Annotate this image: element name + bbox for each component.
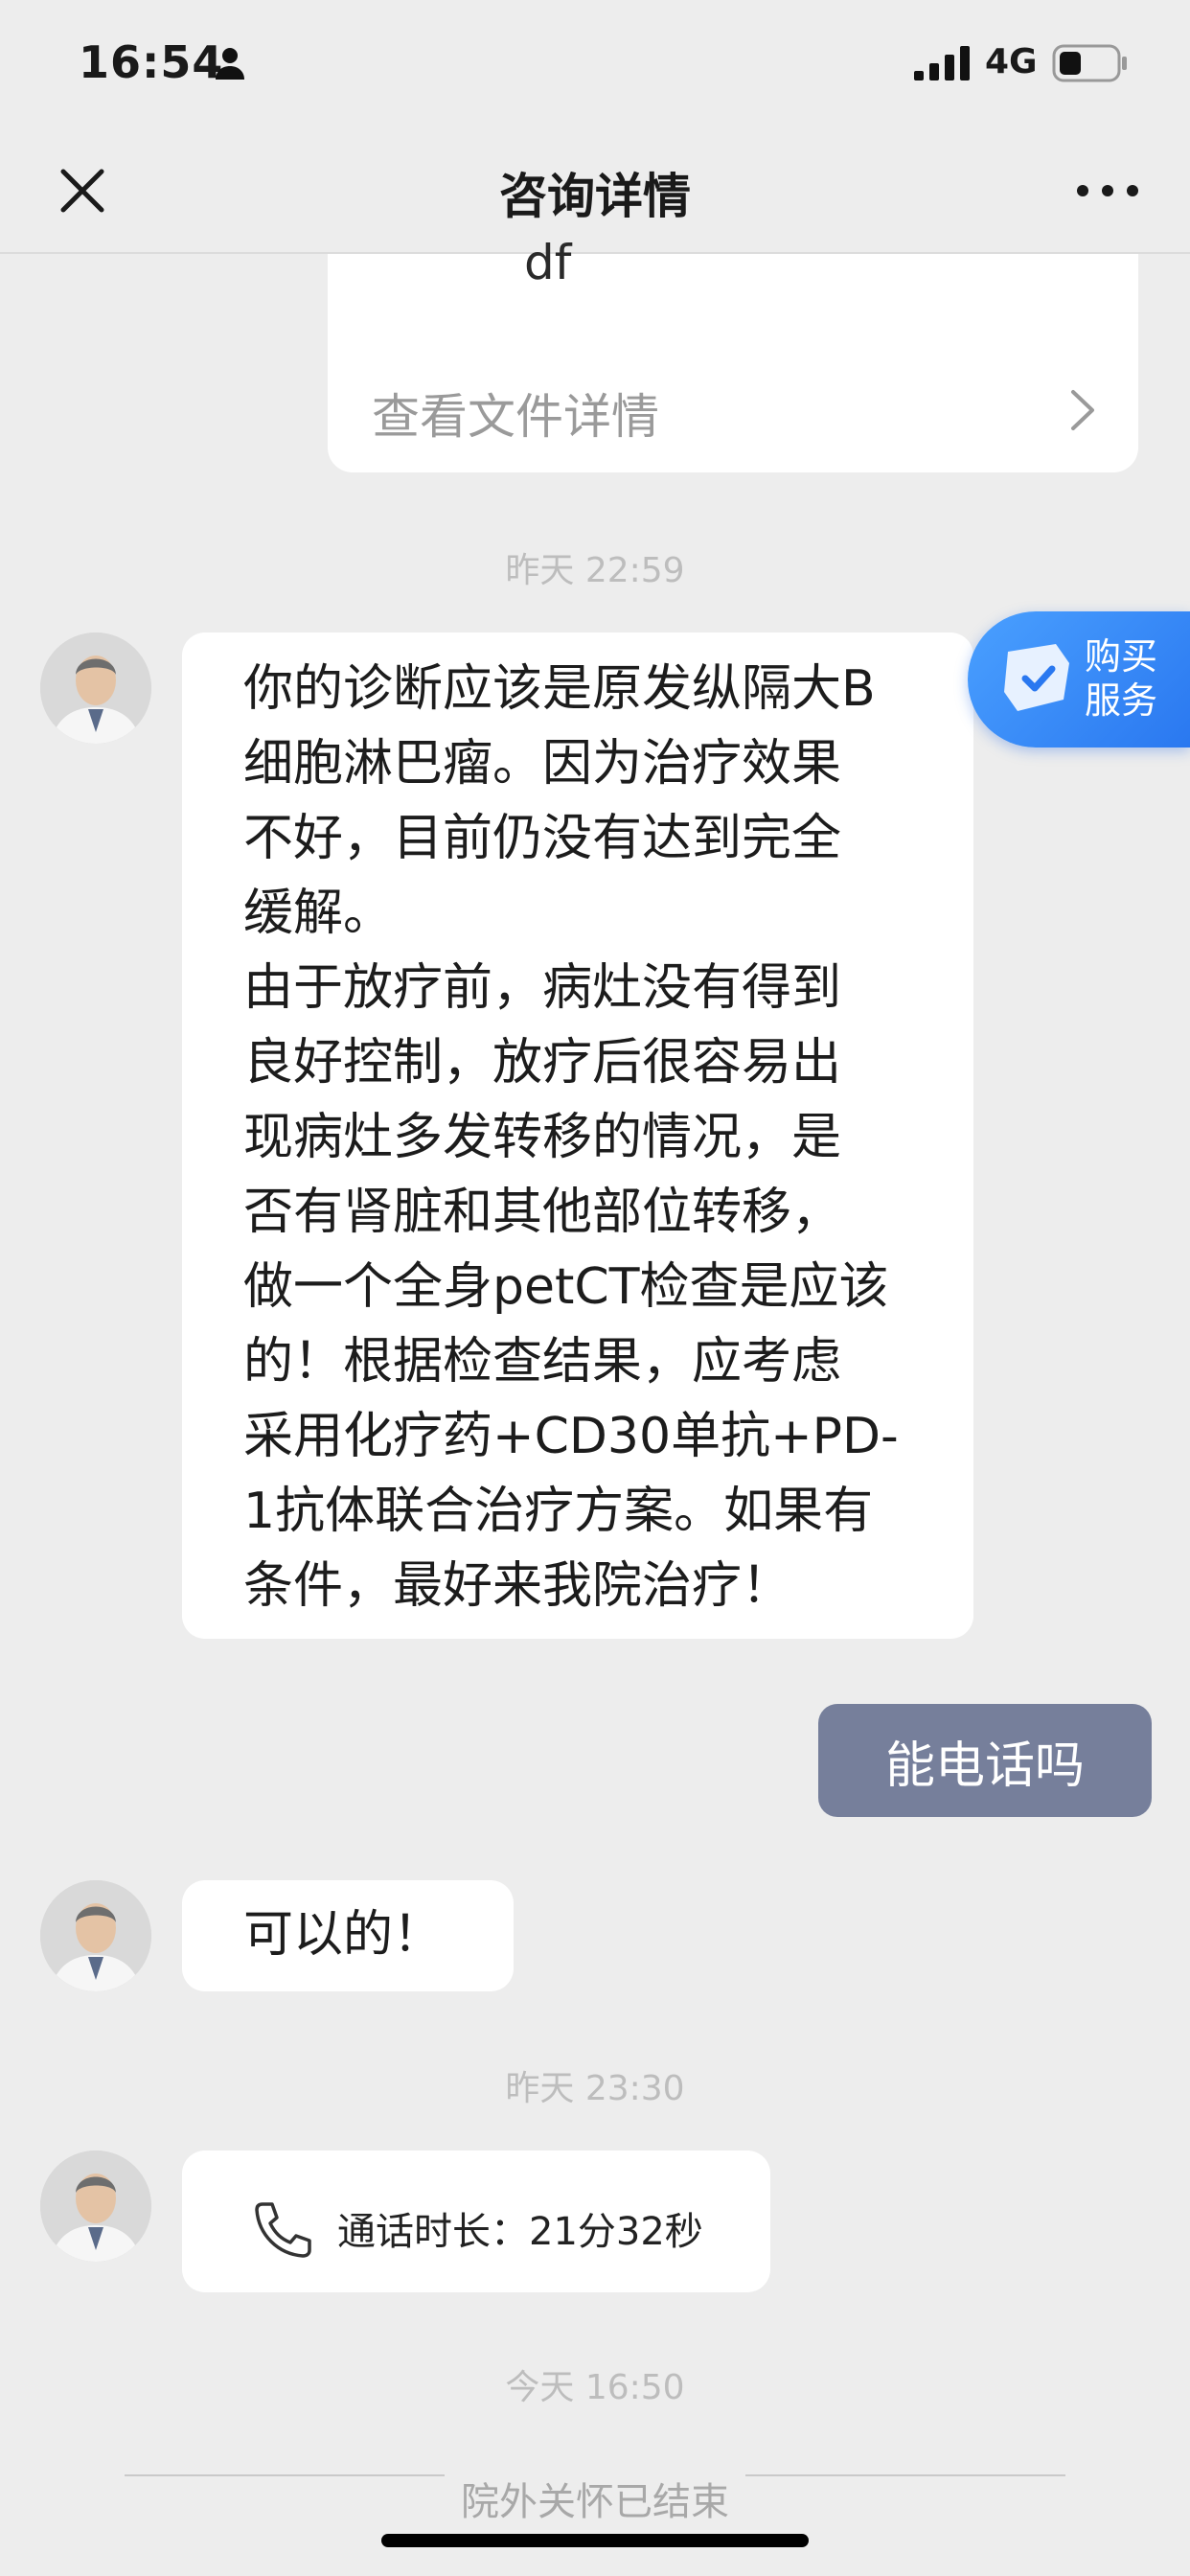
doctor-avatar-image [40, 632, 151, 744]
doctor-message-text: 你的诊断应该是原发纵隔大B 细胞淋巴瘤。因为治疗效果 不好，目前仍没有达到完全 … [243, 660, 899, 1615]
buy-service-label: 购买 服务 [1085, 635, 1158, 722]
doctor-message-bubble: 你的诊断应该是原发纵隔大B 细胞淋巴瘤。因为治疗效果 不好，目前仍没有达到完全 … [182, 632, 973, 1639]
doctor-message-text: 可以的！ [243, 1906, 444, 1964]
home-indicator[interactable] [381, 2534, 809, 2547]
status-time: 16:54 [79, 36, 224, 88]
network-type: 4G [985, 42, 1038, 81]
signal-icon [914, 46, 970, 80]
doctor-avatar-image [40, 2150, 151, 2262]
timestamp: 今天 16:50 [505, 2368, 685, 2407]
phone-icon [255, 2202, 311, 2258]
more-icon[interactable] [1075, 179, 1140, 202]
chevron-right-icon [1071, 390, 1094, 430]
nav-bar: 咨询详情 [0, 129, 1190, 254]
user-message-bubble: 能电话吗 [818, 1704, 1152, 1817]
status-bar: 16:54 4G [0, 0, 1190, 129]
doctor-avatar[interactable] [40, 2150, 151, 2262]
timestamp: 昨天 23:30 [505, 2069, 685, 2108]
care-ended-text: 院外关怀已结束 [446, 2480, 744, 2524]
view-file-details-link[interactable]: 查看文件详情 [372, 379, 659, 448]
buy-service-button[interactable]: 购买 服务 [968, 611, 1190, 748]
page-title: 咨询详情 [499, 169, 691, 224]
shield-check-icon [1004, 644, 1069, 711]
file-name: df [524, 235, 572, 290]
doctor-avatar-image [40, 1880, 151, 1991]
battery-icon [1052, 44, 1127, 82]
care-ended-notice: 院外关怀已结束 [0, 2471, 1190, 2526]
doctor-avatar[interactable] [40, 1880, 151, 1991]
file-card[interactable]: df 查看文件详情 [328, 235, 1138, 472]
doctor-avatar[interactable] [40, 632, 151, 744]
timestamp: 昨天 22:59 [505, 551, 685, 590]
person-icon [216, 48, 244, 80]
user-message-text: 能电话吗 [884, 1736, 1085, 1795]
call-record-bubble[interactable]: 通话时长：21分32秒 [182, 2150, 770, 2292]
call-duration-text: 通话时长：21分32秒 [337, 2210, 703, 2254]
doctor-message-bubble: 可以的！ [182, 1880, 514, 1991]
